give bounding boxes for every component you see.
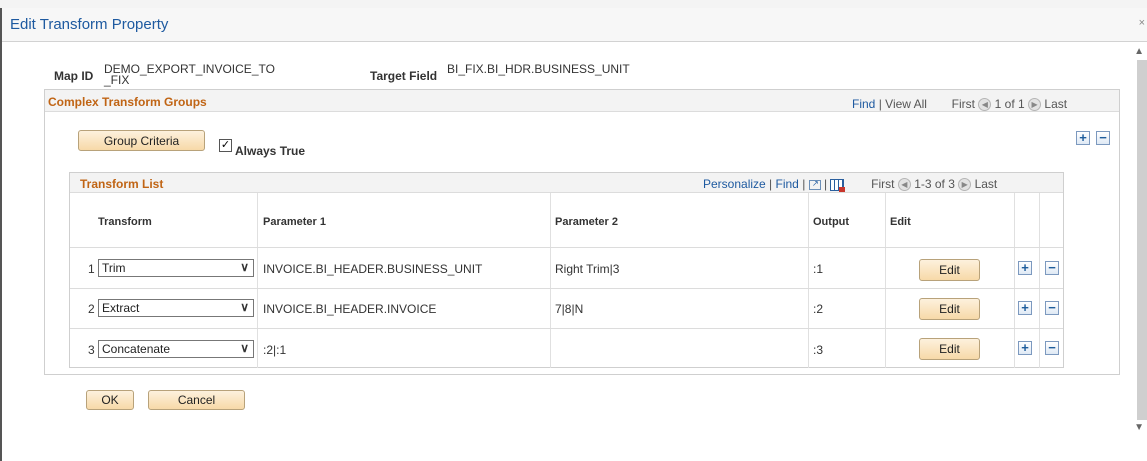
add-row-icon[interactable]: +: [1018, 301, 1032, 315]
transform-list-navigation: Personalize | Find | ↗ | First ◀ 1-3 of …: [703, 177, 998, 192]
ok-button[interactable]: OK: [86, 390, 134, 410]
always-true-checkbox[interactable]: ✓: [219, 139, 232, 152]
row-number: 3: [88, 343, 95, 357]
chevron-down-icon: ∨: [240, 300, 249, 314]
column-divider: [1014, 193, 1015, 368]
edit-button[interactable]: Edit: [919, 298, 980, 320]
prev-arrow-icon[interactable]: ◀: [978, 98, 992, 112]
transform-last-label: Last: [974, 177, 998, 191]
row-divider: [70, 288, 1063, 289]
edit-button[interactable]: Edit: [919, 259, 980, 281]
chevron-down-icon: ∨: [240, 260, 249, 274]
vertical-scrollbar[interactable]: [1137, 60, 1147, 420]
add-row-icon[interactable]: +: [1018, 261, 1032, 275]
transform-select-value: Concatenate: [102, 342, 171, 356]
transform-list-title: Transform List: [80, 177, 164, 191]
separator: |: [802, 177, 806, 191]
target-field-value: BI_FIX.BI_HDR.BUSINESS_UNIT: [447, 62, 630, 76]
column-header-output: Output: [813, 216, 850, 228]
always-true-label: Always True: [235, 144, 306, 158]
prev-arrow-icon[interactable]: ◀: [897, 178, 911, 192]
column-divider: [1039, 193, 1040, 368]
column-header-edit: Edit: [890, 216, 911, 228]
column-header-parameter2: Parameter 2: [555, 216, 618, 228]
column-divider: [550, 193, 551, 368]
parameter1-value: :2|:1: [263, 343, 287, 357]
add-row-icon[interactable]: +: [1018, 341, 1032, 355]
groups-first-label: First: [951, 97, 975, 111]
scroll-down-arrow-icon[interactable]: ▼: [1134, 422, 1144, 433]
next-arrow-icon[interactable]: ▶: [1028, 98, 1042, 112]
map-id-value: DEMO_EXPORT_INVOICE_TO _FIX: [104, 62, 275, 87]
map-id-value-line2: _FIX: [104, 73, 130, 87]
transform-select-value: Trim: [102, 261, 126, 275]
chevron-down-icon: ∨: [240, 341, 249, 355]
row-number: 1: [88, 262, 95, 276]
map-id-value-line1: DEMO_EXPORT_INVOICE_TO: [104, 62, 275, 76]
transform-find-link[interactable]: Find: [776, 177, 799, 191]
output-value: :2: [813, 302, 824, 316]
transform-range: 1-3 of 3: [914, 177, 955, 191]
groups-find-link[interactable]: Find: [852, 97, 875, 111]
separator: |: [878, 97, 882, 111]
remove-row-icon[interactable]: −: [1045, 341, 1059, 355]
row-number: 2: [88, 302, 95, 316]
group-criteria-button[interactable]: Group Criteria: [78, 130, 205, 151]
row-divider: [70, 328, 1063, 329]
target-field-label: Target Field: [370, 69, 438, 83]
close-icon[interactable]: ×: [1139, 17, 1145, 29]
output-value: :1: [813, 262, 824, 276]
page-top-strip: [0, 0, 1147, 8]
map-id-label: Map ID: [54, 69, 94, 83]
separator: |: [824, 177, 828, 191]
transform-select[interactable]: Extract ∨: [98, 299, 254, 317]
parameter1-value: INVOICE.BI_HEADER.INVOICE: [263, 302, 437, 316]
groups-navigation: Find | View All First ◀ 1 of 1 ▶ Last: [852, 97, 1068, 112]
separator: |: [769, 177, 773, 191]
transform-first-label: First: [871, 177, 895, 191]
remove-group-icon[interactable]: −: [1096, 131, 1110, 145]
column-divider: [808, 193, 809, 368]
column-divider: [885, 193, 886, 368]
transform-select-value: Extract: [102, 301, 140, 315]
complex-transform-groups-title: Complex Transform Groups: [48, 95, 207, 109]
column-header-transform: Transform: [98, 216, 152, 228]
column-divider: [257, 193, 258, 368]
edit-button[interactable]: Edit: [919, 338, 980, 360]
dialog-titlebar: Edit Transform Property ×: [2, 8, 1147, 42]
download-grid-icon[interactable]: [830, 178, 846, 192]
remove-row-icon[interactable]: −: [1045, 301, 1059, 315]
output-value: :3: [813, 343, 824, 357]
parameter1-value: INVOICE.BI_HEADER.BUSINESS_UNIT: [263, 262, 483, 276]
personalize-link[interactable]: Personalize: [703, 177, 766, 191]
parameter2-value: Right Trim|3: [555, 262, 620, 276]
next-arrow-icon[interactable]: ▶: [958, 178, 972, 192]
row-divider: [70, 247, 1063, 248]
cancel-button[interactable]: Cancel: [148, 390, 245, 410]
remove-row-icon[interactable]: −: [1045, 261, 1059, 275]
column-header-parameter1: Parameter 1: [263, 216, 326, 228]
scroll-up-arrow-icon[interactable]: ▲: [1134, 46, 1144, 57]
new-window-icon[interactable]: ↗: [808, 179, 821, 190]
add-group-icon[interactable]: +: [1076, 131, 1090, 145]
parameter2-value: 7|8|N: [555, 302, 584, 316]
transform-select[interactable]: Trim ∨: [98, 259, 254, 277]
groups-view-all-link[interactable]: View All: [885, 97, 927, 111]
groups-last-label: Last: [1044, 97, 1068, 111]
dialog-title: Edit Transform Property: [10, 16, 169, 33]
groups-range: 1 of 1: [994, 97, 1025, 111]
transform-select[interactable]: Concatenate ∨: [98, 340, 254, 358]
